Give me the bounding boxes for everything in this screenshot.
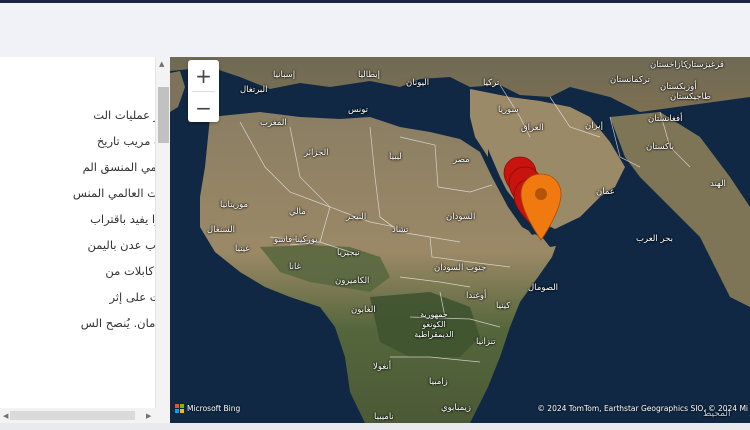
article-line: المتحدة تقريرًا يفيد باقتراب xyxy=(90,212,170,226)
map-label: كازاخستان xyxy=(650,60,688,70)
map-label: إيران xyxy=(585,121,604,131)
map-label: مالي xyxy=(289,207,306,217)
map-label: إيطاليا xyxy=(358,70,381,80)
map-label: السنغال xyxy=(207,225,235,235)
map-label: تركيا xyxy=(483,78,500,88)
map-label: الهند xyxy=(710,179,726,189)
article-line: إلى مسافة 3 كابلات من xyxy=(105,264,170,278)
map-label: تنزانيا xyxy=(476,337,496,347)
article-line: ميلًا بحريًا جنوب عدن باليمن xyxy=(87,238,170,252)
map-label: أفغانستان xyxy=(648,114,683,124)
horizontal-scrollbar[interactable]: ◀ ▶ xyxy=(0,408,170,423)
map-label ocean-label: بحر العرب xyxy=(636,234,673,244)
map-label: بوركينا فاسو xyxy=(274,235,318,245)
zoom-out-button[interactable]: − xyxy=(188,92,219,123)
map-label: الغابون xyxy=(351,305,376,315)
map-label: السودان xyxy=(446,212,476,222)
scroll-left-arrow-icon[interactable]: ◀ xyxy=(3,412,8,420)
microsoft-logo-icon xyxy=(175,404,184,413)
article-line: 128 - اقتراب مريب تاريخ xyxy=(96,134,170,148)
map-label: البرتغال xyxy=(240,85,268,95)
map-label: ليبيا xyxy=(389,152,402,162)
map-label: مصر xyxy=(453,155,470,165)
bing-logo: Microsoft Bing xyxy=(175,404,240,413)
map-label: الكاميرون xyxy=(335,276,370,286)
map-label: جمهورية الكونغو الديمقراطية xyxy=(414,310,454,339)
scroll-up-arrow-icon[interactable]: ▲ xyxy=(159,60,164,68)
map-label: غينيا xyxy=(235,244,250,254)
map-label: نيجيريا xyxy=(337,248,360,258)
map-label: باكستان xyxy=(646,142,674,152)
map-label: النيجر xyxy=(346,212,367,222)
map-label: العراق xyxy=(521,123,544,133)
map-label: أنغولا xyxy=(373,362,392,372)
horizontal-scroll-thumb[interactable] xyxy=(10,411,135,420)
article-line: بالتوقيت العالمي المنسق الم xyxy=(82,160,170,174)
article-line: تحذيرية غادرت على إثر xyxy=(109,290,170,304)
article-line: وطاقمها في أمان. يُنصح الس xyxy=(80,316,170,330)
vertical-scroll-thumb[interactable] xyxy=(158,87,169,143)
map-label: عمان xyxy=(596,187,615,197)
bottom-bar xyxy=(0,423,750,430)
map-label: الجزائر xyxy=(304,148,329,158)
article-panel: تنبيه من مركز عمليات الت 128 - اقتراب مر… xyxy=(0,57,170,425)
map-label: أوزبكستان xyxy=(660,82,697,92)
map-label: قرغيزستان xyxy=(685,60,724,70)
page-header xyxy=(0,3,750,57)
map-label: اليونان xyxy=(406,78,430,88)
map-view[interactable]: + − إسبانيا البرتغال إيطاليا اليونان ترك… xyxy=(170,57,750,423)
map-label: سوريا xyxy=(498,105,519,115)
map-label: تركمانستان xyxy=(610,75,650,85)
zoom-control: + − xyxy=(188,60,219,122)
map-attribution[interactable]: © 2024 TomTom, Earthstar Geographics SIO… xyxy=(537,404,748,413)
map-label: زيمبابوي xyxy=(441,403,471,413)
map-label: تونس xyxy=(348,105,368,115)
map-label: المغرب xyxy=(260,118,287,128)
map-label: كينيا xyxy=(496,301,511,311)
map-label: أوغندا xyxy=(466,291,487,301)
map-label: زامبيا xyxy=(429,377,448,387)
article-text: تنبيه من مركز عمليات الت 128 - اقتراب مر… xyxy=(0,102,170,336)
map-provider-label: Microsoft Bing xyxy=(187,404,241,413)
map-label: طاجيكستان xyxy=(670,92,711,102)
map-label: غانا xyxy=(289,262,301,272)
map-label: ناميبيا xyxy=(374,412,394,422)
map-label: موريتانيا xyxy=(220,200,249,210)
article-line: 0845 بالتوقيت العالمي المنس xyxy=(72,186,170,200)
article-line: تنبيه من مركز عمليات الت xyxy=(93,108,170,122)
vertical-scrollbar[interactable]: ▲ xyxy=(155,57,170,408)
map-label: تشاد xyxy=(392,225,409,235)
map-label: جنوب السودان xyxy=(434,263,487,273)
scroll-right-arrow-icon[interactable]: ▶ xyxy=(146,412,151,420)
map-label: إسبانيا xyxy=(273,70,296,80)
map-label: الصومال xyxy=(528,283,559,293)
zoom-in-button[interactable]: + xyxy=(188,60,219,91)
